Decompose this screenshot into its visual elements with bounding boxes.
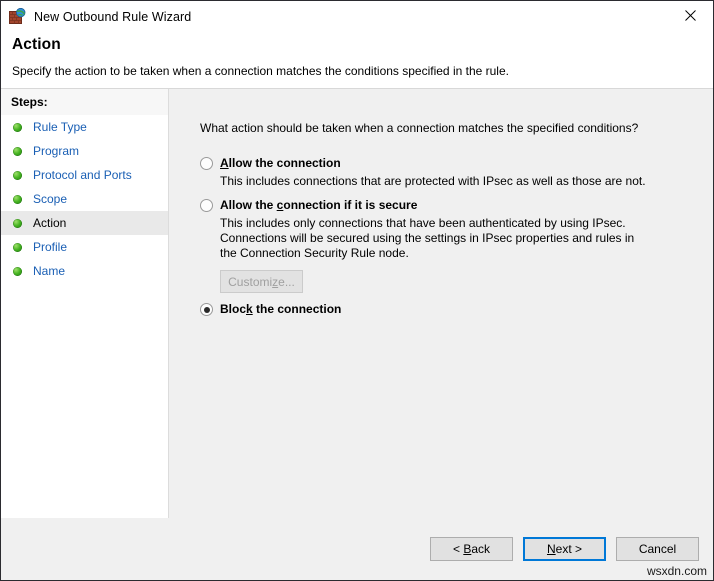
option-title-block: Block the connection xyxy=(220,302,342,316)
wizard-window: New Outbound Rule Wizard Action Specify … xyxy=(0,0,714,581)
sidebar-step-name[interactable]: Name xyxy=(1,259,168,283)
step-bullet-icon xyxy=(13,242,22,252)
wizard-body: Steps: Rule Type Program Protocol and Port… xyxy=(1,89,713,518)
steps-heading: Steps: xyxy=(1,89,168,115)
close-icon xyxy=(685,9,696,24)
option-block-allow-secure: Allow the connection if it is secure This… xyxy=(200,198,713,293)
option-description-allow: This includes connections that are prote… xyxy=(220,174,646,188)
radio-button-allow-secure[interactable] xyxy=(200,199,213,212)
sidebar-step-program[interactable]: Program xyxy=(1,139,168,163)
option-block-allow: Allow the connection This includes connec… xyxy=(200,156,713,189)
footer-bar: < Back Next > Cancel wsxdn.com xyxy=(1,518,713,580)
option-description-allow-secure: This includes only connections that have… xyxy=(220,216,635,260)
step-bullet-icon xyxy=(13,218,22,228)
option-title-allow-secure: Allow the connection if it is secure xyxy=(220,198,418,212)
sidebar-step-scope[interactable]: Scope xyxy=(1,187,168,211)
step-bullet-icon xyxy=(13,266,22,276)
radio-button-allow[interactable] xyxy=(200,157,213,170)
page-title: Action xyxy=(12,36,61,53)
step-bullet-icon xyxy=(13,146,22,156)
customize-button-wrapper: Customize... xyxy=(220,270,713,293)
radio-button-block[interactable] xyxy=(200,303,213,316)
header-panel: Action Specify the action to be taken wh… xyxy=(1,32,713,89)
option-block-block: Block the connection xyxy=(200,302,713,316)
sidebar-step-label: Protocol and Ports xyxy=(33,168,132,182)
step-bullet-icon xyxy=(13,122,22,132)
window-title: New Outbound Rule Wizard xyxy=(34,9,192,24)
option-title-allow: Allow the connection xyxy=(220,156,341,170)
radio-option-block[interactable]: Block the connection xyxy=(200,302,713,316)
sidebar-step-profile[interactable]: Profile xyxy=(1,235,168,259)
cancel-button[interactable]: Cancel xyxy=(616,537,699,561)
next-button[interactable]: Next > xyxy=(523,537,606,561)
firewall-globe-icon xyxy=(9,7,26,25)
close-button[interactable] xyxy=(668,1,713,32)
action-options-group: Allow the connection This includes connec… xyxy=(169,135,713,316)
page-subtitle: Specify the action to be taken when a co… xyxy=(12,64,509,78)
steps-list: Rule Type Program Protocol and Ports Scope A… xyxy=(1,115,168,283)
sidebar-step-label: Rule Type xyxy=(33,120,87,134)
step-bullet-icon xyxy=(13,194,22,204)
sidebar-step-protocol-and-ports[interactable]: Protocol and Ports xyxy=(1,163,168,187)
sidebar-step-label: Name xyxy=(33,264,66,278)
sidebar-step-label: Profile xyxy=(33,240,68,254)
sidebar-step-rule-type[interactable]: Rule Type xyxy=(1,115,168,139)
action-question: What action should be taken when a conne… xyxy=(200,121,639,135)
sidebar-step-label: Program xyxy=(33,144,80,158)
back-button[interactable]: < Back xyxy=(430,537,513,561)
sidebar-step-label: Action xyxy=(33,216,67,230)
customize-button[interactable]: Customize... xyxy=(220,270,303,293)
watermark: wsxdn.com xyxy=(646,564,707,578)
content-panel: What action should be taken when a conne… xyxy=(169,89,713,518)
title-bar: New Outbound Rule Wizard xyxy=(1,1,713,32)
sidebar-step-label: Scope xyxy=(33,192,68,206)
radio-option-allow-secure[interactable]: Allow the connection if it is secure xyxy=(200,198,713,212)
step-bullet-icon xyxy=(13,170,22,180)
radio-option-allow[interactable]: Allow the connection xyxy=(200,156,713,170)
sidebar-step-action[interactable]: Action xyxy=(1,211,168,235)
steps-sidebar: Steps: Rule Type Program Protocol and Port… xyxy=(1,89,169,518)
